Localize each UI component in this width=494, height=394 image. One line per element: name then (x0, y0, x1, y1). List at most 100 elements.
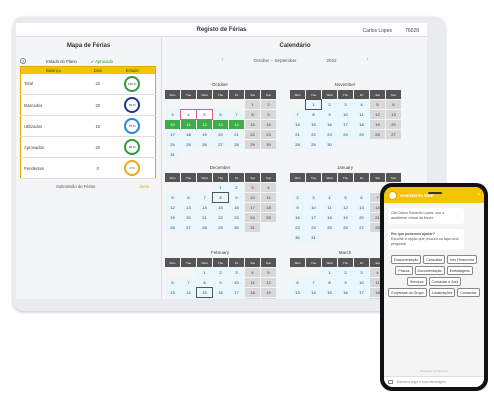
prev-arrow-icon[interactable]: ‹ (221, 57, 223, 63)
day-cell[interactable]: 12 (165, 203, 180, 212)
day-cell[interactable]: 25 (245, 298, 260, 299)
day-cell[interactable]: 6 (213, 110, 228, 119)
day-cell[interactable]: 17 (354, 288, 369, 297)
option-chip[interactable]: Localizações (428, 288, 456, 297)
day-cell[interactable]: 31 (306, 233, 321, 242)
day-cell[interactable]: 22 (322, 298, 337, 299)
day-cell[interactable]: 11 (322, 203, 337, 212)
day-cell[interactable]: 20 (165, 298, 180, 299)
day-cell[interactable]: 4 (245, 268, 260, 277)
day-cell[interactable]: 8 (322, 278, 337, 287)
day-cell[interactable]: 31 (245, 223, 260, 232)
day-cell[interactable]: 4 (354, 100, 369, 109)
day-cell[interactable]: 26 (261, 298, 276, 299)
day-cell[interactable]: 19 (370, 120, 385, 129)
day-cell[interactable]: 27 (386, 130, 401, 139)
day-cell[interactable]: 3 (245, 183, 260, 192)
day-cell[interactable]: 16 (290, 213, 305, 222)
day-cell[interactable]: 8 (306, 110, 321, 119)
day-cell[interactable]: 30 (290, 233, 305, 242)
day-cell[interactable]: 20 (290, 298, 305, 299)
help-icon[interactable]: ? (20, 58, 26, 64)
day-cell[interactable]: 4 (322, 193, 337, 202)
day-cell[interactable]: 29 (306, 140, 321, 149)
day-cell[interactable]: 17 (229, 288, 244, 297)
option-chip[interactable]: Documentação (391, 255, 422, 264)
day-cell[interactable]: 20 (354, 213, 369, 222)
day-cell[interactable]: 31 (165, 150, 180, 159)
day-cell[interactable]: 26 (197, 140, 212, 149)
day-cell[interactable]: 8 (245, 110, 260, 119)
day-cell[interactable]: 12 (197, 120, 212, 129)
day-cell[interactable]: 17 (306, 213, 321, 222)
day-cell[interactable]: 2 (261, 100, 276, 109)
option-chip[interactable]: Contactar a Saúl (428, 277, 462, 286)
day-cell[interactable]: 21 (306, 298, 321, 299)
day-cell[interactable]: 23 (322, 130, 337, 139)
day-cell[interactable]: 25 (354, 130, 369, 139)
day-cell[interactable]: 23 (338, 298, 353, 299)
day-cell[interactable]: 14 (197, 203, 212, 212)
option-chip[interactable]: Prazos (395, 266, 413, 275)
day-cell[interactable]: 27 (181, 223, 196, 232)
day-cell[interactable]: 23 (261, 130, 276, 139)
day-cell[interactable]: 27 (354, 223, 369, 232)
day-cell[interactable]: 25 (322, 223, 337, 232)
day-cell[interactable]: 9 (229, 193, 244, 202)
option-chip[interactable]: Documentação (414, 266, 445, 275)
day-cell[interactable]: 2 (338, 268, 353, 277)
message-input[interactable]: Escreva algo e sua mensagem (397, 380, 446, 384)
day-cell[interactable]: 5 (370, 100, 385, 109)
day-cell[interactable]: 7 (197, 193, 212, 202)
day-cell[interactable]: 10 (354, 278, 369, 287)
menu-icon[interactable] (388, 380, 393, 384)
day-cell[interactable]: 11 (245, 278, 260, 287)
day-cell[interactable]: 12 (338, 203, 353, 212)
day-cell[interactable]: 22 (245, 130, 260, 139)
day-cell[interactable]: 23 (213, 298, 228, 299)
day-cell[interactable]: 16 (213, 288, 228, 297)
day-cell[interactable]: 16 (338, 288, 353, 297)
day-cell[interactable]: 1 (305, 99, 322, 110)
day-cell[interactable]: 15 (245, 120, 260, 129)
day-cell[interactable]: 3 (165, 110, 180, 119)
day-cell[interactable]: 10 (245, 193, 260, 202)
day-cell[interactable]: 6 (165, 278, 180, 287)
option-chip[interactable]: Serviços (406, 277, 427, 286)
day-cell[interactable]: 17 (338, 120, 353, 129)
day-cell[interactable]: 10 (338, 110, 353, 119)
day-cell[interactable]: 10 (165, 120, 180, 129)
day-cell[interactable]: 14 (306, 288, 321, 297)
day-cell[interactable]: 15 (306, 120, 321, 129)
option-chip[interactable]: Contactos (457, 288, 480, 297)
day-cell[interactable]: 2 (290, 193, 305, 202)
day-cell[interactable]: 14 (181, 288, 196, 297)
day-cell[interactable]: 24 (165, 140, 180, 149)
day-cell[interactable]: 26 (338, 223, 353, 232)
day-cell[interactable]: 9 (338, 278, 353, 287)
day-cell[interactable]: 29 (213, 223, 228, 232)
day-cell[interactable]: 7 (290, 110, 305, 119)
day-cell[interactable]: 18 (354, 120, 369, 129)
option-chip[interactable]: Info Financeira (447, 255, 477, 264)
day-cell[interactable]: 26 (370, 130, 385, 139)
day-cell[interactable]: 5 (196, 109, 213, 120)
day-cell[interactable]: 9 (290, 203, 305, 212)
user-name[interactable]: Carlos Lopes (363, 28, 392, 34)
option-chip[interactable]: Consultas (423, 255, 446, 264)
day-cell[interactable]: 24 (354, 298, 369, 299)
day-cell[interactable]: 24 (338, 130, 353, 139)
day-cell[interactable]: 2 (213, 268, 228, 277)
day-cell[interactable]: 1 (213, 183, 228, 192)
day-cell[interactable]: 28 (229, 140, 244, 149)
day-cell[interactable]: 30 (322, 140, 337, 149)
day-cell[interactable]: 9 (261, 110, 276, 119)
day-cell[interactable]: 21 (290, 130, 305, 139)
day-cell[interactable]: 10 (229, 278, 244, 287)
day-cell[interactable]: 20 (181, 213, 196, 222)
day-cell[interactable]: 30 (261, 140, 276, 149)
day-cell[interactable]: 13 (386, 110, 401, 119)
day-cell[interactable]: 17 (245, 203, 260, 212)
day-cell[interactable]: 19 (165, 213, 180, 222)
day-cell[interactable]: 10 (306, 203, 321, 212)
